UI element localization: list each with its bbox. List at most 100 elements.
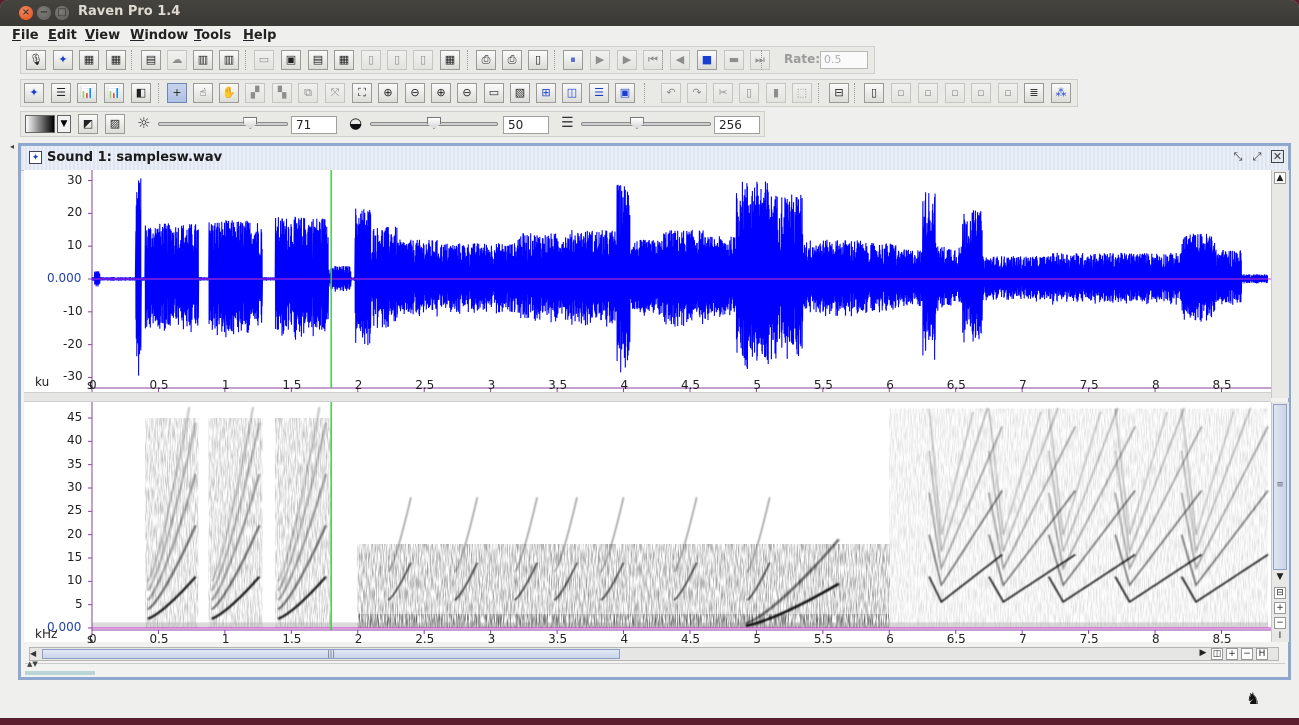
gradient-icon[interactable]: ◧ <box>131 83 151 103</box>
waveform-icon[interactable]: ⁂ <box>1051 83 1071 103</box>
minus-red-icon[interactable]: ⊟ <box>829 83 849 103</box>
rows-icon[interactable]: ☰ <box>589 83 609 103</box>
menu-edit[interactable]: Edit <box>48 28 77 43</box>
printer-icon[interactable]: ⎙ <box>476 50 496 70</box>
paste-icon[interactable]: ▯ <box>739 83 759 103</box>
pause-icon[interactable]: ⏸ <box>563 50 583 70</box>
print-icon[interactable]: ▥ <box>193 50 213 70</box>
spectrogram-view[interactable] <box>24 402 1271 642</box>
colormap-swatch[interactable] <box>25 115 55 133</box>
tile-d-icon[interactable]: ▫ <box>971 83 991 103</box>
copy-box-icon[interactable]: ⧉ <box>298 83 318 103</box>
collapse-toolbar-icon[interactable]: ◂ <box>10 142 16 160</box>
page-copy-icon[interactable]: ▯ <box>413 50 433 70</box>
menu-file[interactable]: File <box>12 28 39 43</box>
horizontal-scroll-thumb[interactable]: ||| <box>42 649 620 659</box>
tile-c-icon[interactable]: ▫ <box>945 83 965 103</box>
minimize-window-button[interactable]: − <box>37 6 51 20</box>
scroll-right-icon[interactable]: ▶ <box>1197 648 1209 660</box>
forward-icon[interactable]: ⏭ <box>750 50 770 70</box>
full-vertical-icon[interactable]: I <box>1274 631 1286 643</box>
select-icon[interactable]: ✦ <box>24 83 44 103</box>
disk-icon[interactable]: ▦ <box>334 50 354 70</box>
menu-help[interactable]: Help <box>243 28 276 43</box>
selection-table-tab[interactable] <box>25 671 95 675</box>
print-alt-icon[interactable]: ▥ <box>219 50 239 70</box>
zoom-in-icon[interactable]: ⊕ <box>378 83 398 103</box>
grid-icon[interactable]: ⊞ <box>536 83 556 103</box>
colormap-dropdown-icon[interactable]: ▼ <box>57 115 71 133</box>
close-window-button[interactable]: × <box>19 6 33 20</box>
redo-icon[interactable]: ↷ <box>687 83 707 103</box>
save-as-icon[interactable]: ▣ <box>281 50 301 70</box>
rewind-icon[interactable]: ⏮ <box>643 50 663 70</box>
select-box-icon[interactable]: ⬚ <box>792 83 812 103</box>
back-icon[interactable]: ◀ <box>670 50 690 70</box>
trash-icon[interactable]: ▮ <box>766 83 786 103</box>
printer-setup-icon[interactable]: ⎙ <box>502 50 522 70</box>
new-file-icon[interactable]: ✦ <box>53 50 73 70</box>
fit-horizontal-icon[interactable]: ◫ <box>1211 648 1223 660</box>
menu-view[interactable]: View <box>85 28 120 43</box>
zoom-in-time-icon[interactable]: ⊕ <box>431 83 451 103</box>
waveform-scroll-up-icon[interactable]: ▲ <box>1274 172 1286 184</box>
waveform-view[interactable] <box>24 170 1271 398</box>
floppy-icon[interactable]: ▦ <box>440 50 460 70</box>
stop-icon[interactable]: ■ <box>697 50 717 70</box>
undo-icon[interactable]: ↶ <box>661 83 681 103</box>
copy-icon[interactable]: ▤ <box>308 50 328 70</box>
zoom-out-vertical-icon[interactable]: − <box>1274 617 1286 629</box>
zoom-out-time-icon[interactable]: ⊖ <box>457 83 477 103</box>
document-icon[interactable]: ▯ <box>528 50 548 70</box>
cloud-icon[interactable]: ☁ <box>167 50 187 70</box>
histogram-alt-icon[interactable]: 📊 <box>104 83 124 103</box>
page-alt-icon[interactable]: ▯ <box>387 50 407 70</box>
doc-icon[interactable]: ▯ <box>864 83 884 103</box>
resize-icon[interactable]: ▞ <box>245 83 265 103</box>
zoom-in-horizontal-icon[interactable]: + <box>1226 648 1238 660</box>
spectrogram-scroll-thumb[interactable]: ≡ <box>1273 404 1287 570</box>
crosshair-icon[interactable]: + <box>167 83 187 103</box>
zoom-out-horizontal-icon[interactable]: − <box>1241 648 1253 660</box>
maximize-sound-window-icon[interactable]: ⤢ <box>1250 150 1264 164</box>
smooth-colormap-icon[interactable]: ▨ <box>105 114 125 134</box>
resolution-value[interactable]: 256 <box>714 116 760 134</box>
play-icon[interactable]: ▶ <box>590 50 610 70</box>
tile-b-icon[interactable]: ▫ <box>918 83 938 103</box>
band-icon[interactable]: ▭ <box>484 83 504 103</box>
view-grid-icon[interactable]: ▦ <box>79 50 99 70</box>
columns-icon[interactable]: ◫ <box>562 83 582 103</box>
spectrogram-scroll-down-icon[interactable]: ▼ <box>1274 572 1286 584</box>
hand-grab-icon[interactable]: ✋ <box>219 83 239 103</box>
spectrum-icon[interactable]: ▧ <box>510 83 530 103</box>
view-divider[interactable] <box>24 392 1271 402</box>
resize-alt-icon[interactable]: ▚ <box>272 83 292 103</box>
fit-icon[interactable]: ⤧ <box>325 83 345 103</box>
shrink-window-icon[interactable]: ⤡ <box>1231 150 1245 164</box>
hand-pointer-icon[interactable]: ☝ <box>193 83 213 103</box>
brightness-slider-track[interactable] <box>158 122 288 126</box>
waveform-vertical-scrollbar[interactable]: ▲ <box>1271 170 1289 398</box>
play-to-end-icon[interactable]: ▶ <box>617 50 637 70</box>
scroll-left-icon[interactable]: ◀ <box>30 649 36 658</box>
histogram-icon[interactable]: 📊 <box>77 83 97 103</box>
view-grid-alt-icon[interactable]: ▦ <box>106 50 126 70</box>
fit-all-icon[interactable]: ⛶ <box>352 83 372 103</box>
open-icon[interactable]: ▤ <box>141 50 161 70</box>
close-sound-window-icon[interactable]: ✕ <box>1271 150 1284 163</box>
loop-icon[interactable]: ▬ <box>724 50 744 70</box>
contrast-value[interactable]: 50 <box>503 116 549 134</box>
list-icon[interactable]: ☰ <box>51 83 71 103</box>
rate-input[interactable]: 0.5 <box>820 51 868 69</box>
tile-a-icon[interactable]: ▫ <box>891 83 911 103</box>
lower-pane-divider[interactable]: ▲▼ <box>25 660 1285 670</box>
page-icon[interactable]: ▯ <box>361 50 381 70</box>
brightness-value[interactable]: 71 <box>291 116 337 134</box>
maximize-window-button[interactable]: □ <box>55 6 69 20</box>
menu-window[interactable]: Window <box>130 28 188 43</box>
zoom-in-vertical-icon[interactable]: + <box>1274 602 1286 614</box>
record-icon[interactable]: 🎙 <box>26 50 46 70</box>
zoom-out-icon[interactable]: ⊖ <box>405 83 425 103</box>
image-icon[interactable]: ▣ <box>615 83 635 103</box>
tile-e-icon[interactable]: ▫ <box>998 83 1018 103</box>
